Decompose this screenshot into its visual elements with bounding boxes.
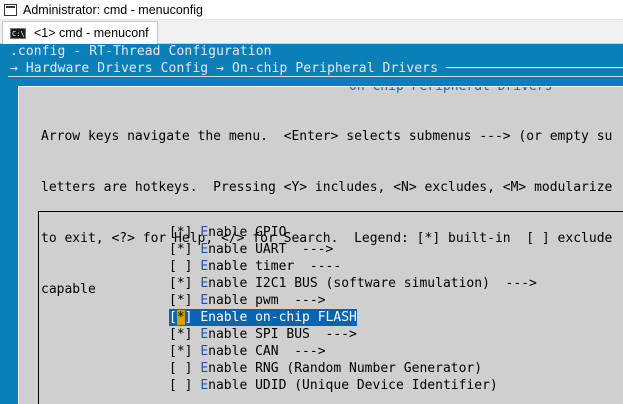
hotkey: E: [200, 327, 209, 342]
checkbox: [*]: [169, 344, 201, 359]
menu-dialog: On-chip Peripheral Drivers Arrow keys na…: [18, 86, 623, 404]
tab-cmd-menuconfig[interactable]: C:\ <1> cmd - menuconf: [2, 21, 158, 44]
menu-item-timer[interactable]: [ ] Enable timer ----: [169, 258, 341, 275]
menu-item-label: nable timer ----: [208, 259, 342, 274]
cmd-icon: C:\: [10, 27, 26, 39]
menu-item-label: nable RNG (Random Number Generator): [208, 361, 483, 376]
menu-item-label: nable CAN --->: [208, 344, 326, 359]
hotkey: E: [200, 378, 209, 393]
menu-item-can[interactable]: [*] Enable CAN --->: [169, 343, 326, 360]
window-titlebar: Administrator: cmd - menuconfig: [0, 0, 623, 20]
menu-item-label: nable GPIO: [208, 225, 287, 240]
help-line: Arrow keys navigate the menu. <Enter> se…: [41, 129, 613, 144]
hotkey: E: [200, 259, 209, 274]
checkbox: [*]: [169, 293, 201, 308]
checkbox: [*]: [169, 276, 201, 291]
checkbox-open: [: [169, 310, 177, 325]
menu-list: [*] Enable GPIO [*] Enable UART ---> [ ]…: [38, 211, 623, 404]
hotkey: E: [200, 242, 209, 257]
menu-item-label: nable UDID (Unique Device Identifier): [208, 378, 498, 393]
menu-item-label: nable on-chip FLASH: [208, 310, 357, 325]
header-divider: [8, 76, 623, 77]
breadcrumb: → Hardware Drivers Config → On-chip Peri…: [10, 61, 623, 76]
menu-item-spi[interactable]: [*] Enable SPI BUS --->: [169, 326, 357, 343]
hotkey: E: [200, 276, 209, 291]
dialog-title: On-chip Peripheral Drivers: [344, 87, 558, 94]
menu-item-udid[interactable]: [ ] Enable UDID (Unique Device Identifie…: [169, 377, 498, 394]
checkbox: [ ]: [169, 378, 201, 393]
checkbox: [ ]: [169, 361, 201, 376]
window-title: Administrator: cmd - menuconfig: [23, 2, 203, 17]
console-window-icon: [4, 3, 17, 16]
hotkey: E: [200, 225, 209, 240]
tab-strip: C:\ <1> cmd - menuconf: [0, 20, 623, 44]
hotkey: E: [200, 344, 209, 359]
menu-item-pwm[interactable]: [*] Enable pwm --->: [169, 292, 326, 309]
menu-item-label: nable SPI BUS --->: [208, 327, 357, 342]
menu-item-label: nable UART --->: [208, 242, 334, 257]
config-title: .config - RT-Thread Configuration: [10, 44, 272, 59]
menu-item-label: nable I2C1 BUS (software simulation) ---…: [208, 276, 537, 291]
cursor: *: [176, 310, 185, 325]
menu-item-uart[interactable]: [*] Enable UART --->: [169, 241, 333, 258]
menu-item-onchip-flash[interactable]: [*] Enable on-chip FLASH: [169, 309, 357, 326]
tab-label: <1> cmd - menuconf: [34, 26, 149, 40]
checkbox: [*]: [169, 327, 201, 342]
console-area[interactable]: .config - RT-Thread Configuration → Hard…: [0, 44, 623, 404]
hotkey: E: [200, 361, 209, 376]
hotkey: E: [200, 293, 209, 308]
menu-item-label: nable pwm --->: [208, 293, 326, 308]
menu-item-rng[interactable]: [ ] Enable RNG (Random Number Generator): [169, 360, 482, 377]
menu-item-i2c1[interactable]: [*] Enable I2C1 BUS (software simulation…: [169, 275, 537, 292]
checkbox-close: ]: [184, 310, 201, 325]
help-line: letters are hotkeys. Pressing <Y> includ…: [41, 180, 613, 195]
checkbox: [*]: [169, 225, 201, 240]
checkbox: [ ]: [169, 259, 201, 274]
menu-item-gpio[interactable]: [*] Enable GPIO: [169, 224, 286, 241]
hotkey: E: [200, 310, 209, 325]
checkbox: [*]: [169, 242, 201, 257]
